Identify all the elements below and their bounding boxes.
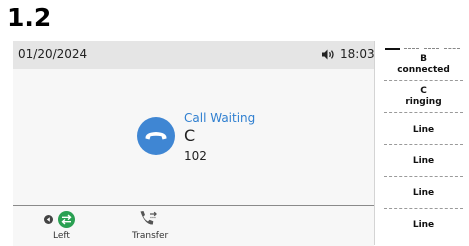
time-label: 18:03 [340, 47, 375, 61]
caller-number: 102 [184, 149, 207, 163]
line-key-divider [384, 80, 463, 81]
softkey-left-label: Left [53, 231, 70, 241]
caller-name: C [184, 126, 196, 145]
page-tab-3[interactable] [424, 48, 439, 49]
line-key-c[interactable]: C ringing [384, 86, 463, 108]
handset-hangup-icon [137, 117, 175, 155]
speaker-volume-icon [322, 49, 334, 60]
page-heading: 1.2 [7, 3, 52, 32]
line-key-divider [384, 112, 463, 113]
softkey-bar: Left Transfer [13, 205, 374, 246]
line-key-b-name: B [420, 54, 427, 64]
page-tabs [384, 44, 463, 52]
line-key-divider [384, 144, 463, 145]
transfer-phone-icon [140, 211, 157, 225]
date-label: 01/20/2024 [18, 47, 88, 61]
page-tab-1[interactable] [385, 48, 400, 50]
line-key-panel: B connected C ringing Line Line Line Lin… [384, 44, 463, 245]
page-tab-4[interactable] [444, 48, 460, 49]
line-key-c-state: ringing [405, 97, 442, 107]
line-key-5[interactable]: Line [384, 188, 463, 199]
line-key-b[interactable]: B connected [384, 54, 463, 76]
softkey-transfer[interactable]: Transfer [123, 209, 183, 243]
arrow-left-icon [44, 215, 53, 224]
line-key-6[interactable]: Line [384, 220, 463, 231]
phone-screen: 01/20/2024 18:03 Call Waiting C 102 Left [13, 41, 375, 246]
softkey-left[interactable]: Left [29, 209, 91, 243]
status-bar: 01/20/2024 18:03 [13, 41, 375, 69]
line-key-4[interactable]: Line [384, 156, 463, 167]
line-key-divider [384, 176, 463, 177]
softkey-transfer-label: Transfer [132, 231, 169, 241]
line-key-3[interactable]: Line [384, 125, 463, 136]
line-key-b-state: connected [397, 65, 450, 75]
call-status-label: Call Waiting [184, 111, 256, 125]
page-tab-2[interactable] [404, 48, 419, 49]
line-key-c-name: C [420, 86, 427, 96]
line-key-divider [384, 208, 463, 209]
swap-arrows-icon [58, 211, 75, 228]
